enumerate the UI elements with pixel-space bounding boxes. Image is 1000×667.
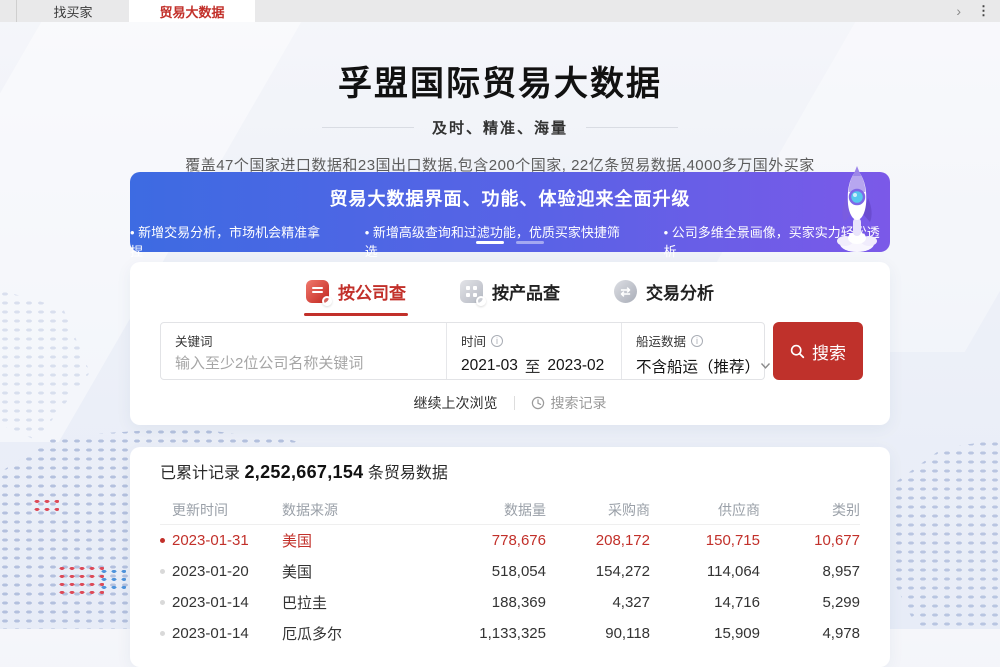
chevron-right-icon[interactable]: › [956,3,961,19]
tab-label: 按产品查 [492,279,560,304]
table-row[interactable]: 2023-01-31 美国 778,676 208,172 150,715 10… [160,525,860,556]
page-subtitle: 及时、精准、海量 [432,117,568,138]
clock-icon [531,396,545,410]
time-range-field[interactable]: 时间 2021-03 至 2023-02 [446,323,621,379]
search-history-label: 搜索记录 [551,393,607,413]
cell-source: 美国 [282,561,414,582]
time-label: 时间 [461,331,486,350]
stats-card: 已累计记录 2,252,667,154 条贸易数据 更新时间 数据来源 数据量 … [130,447,890,667]
col-data-source: 数据来源 [282,500,414,520]
keyword-label: 关键词 [175,331,432,350]
chevron-down-icon[interactable] [760,362,771,370]
cell-buyers: 4,327 [546,594,650,611]
cell-suppliers: 14,716 [650,594,760,611]
search-icon [790,344,805,359]
table-row[interactable]: 2023-01-14 巴拉圭 188,369 4,327 14,716 5,29… [160,587,860,618]
tab-search-by-product[interactable]: 按产品查 [460,279,560,316]
info-icon[interactable] [691,335,703,347]
product-search-icon [460,280,483,303]
time-to[interactable]: 2023-02 [547,357,604,375]
total-records-prefix: 已累计记录 [160,465,244,482]
cell-volume: 188,369 [414,594,546,611]
row-bullet [160,600,165,605]
rocket-illustration [832,164,882,256]
total-records-line: 已累计记录 2,252,667,154 条贸易数据 [160,459,860,483]
shipping-selected-value[interactable]: 不含船运（推荐） [636,355,760,377]
search-tabs: 按公司查 按产品查 ⇄ 交易分析 [130,279,890,316]
keyword-input[interactable] [175,355,432,372]
subtitle-rule-left [322,127,414,128]
col-buyers: 采购商 [546,500,650,520]
cell-categories: 5,299 [760,594,860,611]
company-search-icon [306,280,329,303]
search-history-link[interactable]: 搜索记录 [531,393,607,413]
table-header-row: 更新时间 数据来源 数据量 采购商 供应商 类别 [160,495,860,525]
search-button-label: 搜索 [812,339,846,364]
cell-categories: 10,677 [760,532,860,549]
row-bullet [160,538,165,543]
banner-title: 贸易大数据界面、功能、体验迎来全面升级 [130,172,890,211]
cell-source: 巴拉圭 [282,592,414,613]
carousel-indicator[interactable] [516,241,544,244]
total-records-suffix: 条贸易数据 [363,465,447,482]
map-highlight-red [33,498,59,514]
browser-tabbar: 找买家 贸易大数据 › ⋮ [0,0,1000,22]
kebab-menu-icon[interactable]: ⋮ [977,3,990,19]
col-update-time: 更新时间 [172,500,282,520]
page-title: 孚盟国际贸易大数据 [0,56,1000,105]
cell-date: 2023-01-14 [172,625,282,642]
hero-section: 孚盟国际贸易大数据 及时、精准、海量 覆盖47个国家进口数据和23国出口数据,包… [0,40,1000,175]
map-highlight-blue [100,568,126,592]
table-row[interactable]: 2023-01-20 美国 518,054 154,272 114,064 8,… [160,556,860,587]
table-row[interactable]: 2023-01-14 厄瓜多尔 1,133,325 90,118 15,909 … [160,618,860,649]
shipping-label: 船运数据 [636,331,686,350]
world-map-dots [882,440,1000,629]
col-categories: 类别 [760,500,860,520]
cell-source: 美国 [282,530,414,551]
map-highlight-red [58,565,104,599]
info-icon[interactable] [491,335,503,347]
upgrade-banner[interactable]: 贸易大数据界面、功能、体验迎来全面升级 新增交易分析，市场机会精准拿捏 新增高级… [130,172,890,252]
cell-date: 2023-01-14 [172,594,282,611]
col-suppliers: 供应商 [650,500,760,520]
shipping-data-field[interactable]: 船运数据 不含船运（推荐） [621,323,764,379]
tab-trade-analysis[interactable]: ⇄ 交易分析 [614,279,714,316]
cell-volume: 778,676 [414,532,546,549]
tab-search-by-company[interactable]: 按公司查 [306,279,406,316]
time-from[interactable]: 2021-03 [461,357,518,375]
trade-data-table: 更新时间 数据来源 数据量 采购商 供应商 类别 2023-01-31 美国 7… [160,495,860,649]
total-records-number: 2,252,667,154 [244,462,363,482]
cell-categories: 8,957 [760,563,860,580]
keyword-field[interactable]: 关键词 [161,323,446,379]
subtitle-rule-right [586,127,678,128]
cell-date: 2023-01-31 [172,532,282,549]
links-divider [514,396,515,410]
tab-label: 按公司查 [338,279,406,304]
cell-suppliers: 114,064 [650,563,760,580]
tab-trade-bigdata[interactable]: 贸易大数据 [129,0,255,22]
carousel-indicator-active[interactable] [476,241,504,244]
cell-suppliers: 15,909 [650,625,760,642]
tab-label: 交易分析 [646,279,714,304]
tab-find-buyers[interactable]: 找买家 [17,0,129,22]
cell-categories: 4,978 [760,625,860,642]
world-map-dots [0,290,90,440]
cell-buyers: 208,172 [546,532,650,549]
cell-volume: 518,054 [414,563,546,580]
search-card: 按公司查 按产品查 ⇄ 交易分析 关键词 时间 2021-03 至 2023-0… [130,262,890,425]
row-bullet [160,569,165,574]
cell-date: 2023-01-20 [172,563,282,580]
cell-buyers: 154,272 [546,563,650,580]
cell-suppliers: 150,715 [650,532,760,549]
cell-buyers: 90,118 [546,625,650,642]
cell-source: 厄瓜多尔 [282,623,414,644]
search-button[interactable]: 搜索 [773,322,863,380]
row-bullet [160,631,165,636]
time-separator: 至 [525,355,541,377]
cell-volume: 1,133,325 [414,625,546,642]
continue-last-browse-link[interactable]: 继续上次浏览 [414,393,498,413]
search-form: 关键词 时间 2021-03 至 2023-02 船运 [160,322,765,380]
trade-analysis-icon: ⇄ [614,280,637,303]
col-data-volume: 数据量 [414,500,546,520]
